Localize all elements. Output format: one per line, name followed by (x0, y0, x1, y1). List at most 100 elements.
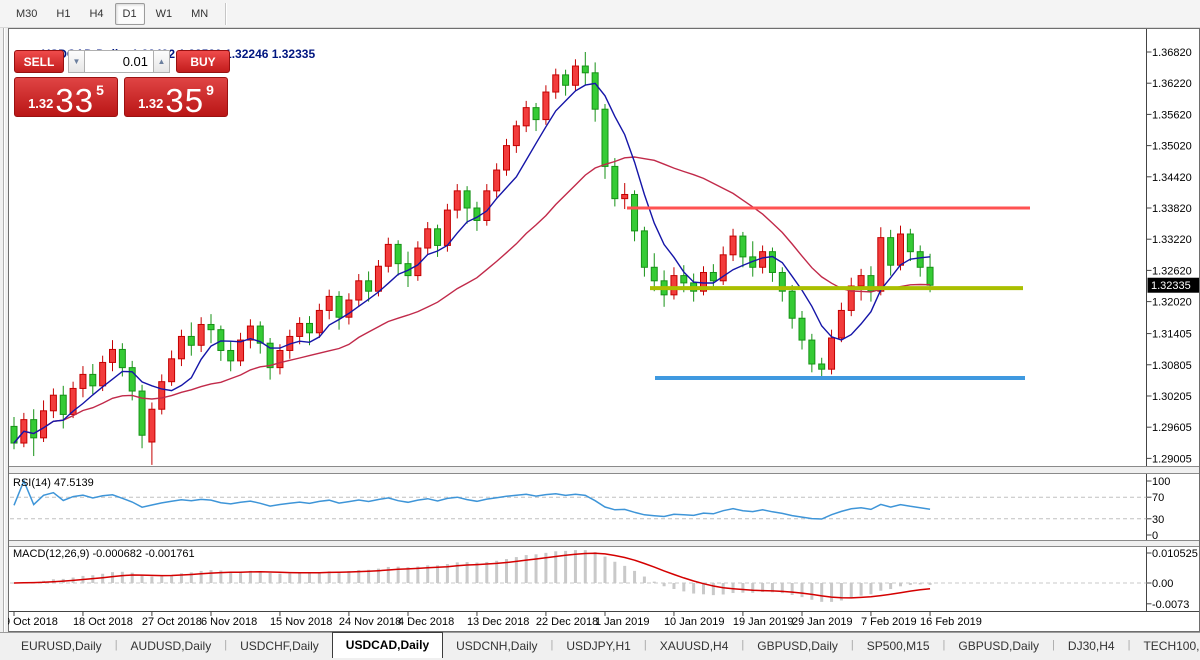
macd-bar (170, 575, 173, 583)
sell-price-tile[interactable]: 1.32 33 5 (14, 77, 118, 117)
candle-body (326, 296, 332, 310)
date-tick-label: 7 Feb 2019 (861, 616, 917, 628)
candle-body (809, 340, 815, 364)
candle-body (602, 109, 608, 166)
macd-bar (830, 583, 833, 602)
candle-body (829, 338, 835, 369)
symbol-tabs-bar: EURUSD,Daily|AUDUSD,Daily|USDCHF,DailyUS… (0, 632, 1200, 658)
macd-scale-label: 0.010525 (1152, 548, 1198, 560)
tab-usdchf-daily[interactable]: USDCHF,Daily (227, 635, 332, 658)
tab-gbpusd-daily[interactable]: GBPUSD,Daily (945, 635, 1052, 658)
candle-body (50, 395, 56, 411)
timeframe-button-h1[interactable]: H1 (48, 3, 78, 25)
macd-bar (210, 570, 213, 583)
macd-bar (475, 563, 478, 583)
symbol-tabs: EURUSD,Daily|AUDUSD,Daily|USDCHF,DailyUS… (8, 632, 1200, 658)
macd-bar (791, 583, 794, 595)
volume-decrease-button[interactable]: ▼ (68, 50, 85, 73)
sell-price-big: 33 (55, 85, 94, 116)
tab-dj30-h4[interactable]: DJ30,H4 (1055, 635, 1128, 658)
macd-bar (150, 577, 153, 583)
rsi-indicator-label: RSI(14) 47.5139 (13, 477, 94, 489)
timeframe-toolbar: M30H1H4D1W1MN (0, 0, 1200, 28)
macd-bar (249, 571, 252, 583)
candle-body (681, 276, 687, 283)
macd-bar (111, 572, 114, 583)
macd-bar (810, 583, 813, 600)
price-tick-label: 1.32620 (1152, 265, 1192, 277)
macd-bar (929, 583, 932, 585)
price-tick-label: 1.33820 (1152, 203, 1192, 215)
window-left-gutter (3, 28, 4, 632)
candle-body (878, 238, 884, 292)
price-tick-label: 1.29005 (1152, 453, 1192, 465)
candle-body (218, 330, 224, 351)
tab-xauusd-h4[interactable]: XAUUSD,H4 (647, 635, 742, 658)
candle-body (425, 229, 431, 248)
candle-body (316, 310, 322, 332)
candle-body (169, 359, 175, 382)
timeframe-button-m30[interactable]: M30 (8, 3, 45, 25)
candle-body (149, 409, 155, 442)
candle-body (41, 411, 47, 438)
macd-bar (318, 572, 321, 583)
timeframe-button-mn[interactable]: MN (183, 3, 216, 25)
macd-bar (121, 572, 124, 583)
tab-gbpusd-daily[interactable]: GBPUSD,Daily (744, 635, 851, 658)
macd-bar (692, 583, 695, 594)
macd-bar (663, 583, 666, 586)
candle-body (100, 362, 106, 385)
candle-body (159, 382, 165, 410)
candle-body (740, 236, 746, 257)
macd-bar (919, 583, 922, 584)
candle-body (513, 126, 519, 146)
tab-sp500-m15[interactable]: SP500,M15 (854, 635, 943, 658)
timeframe-buttons: M30H1H4D1W1MN (8, 3, 219, 25)
timeframe-button-h4[interactable]: H4 (81, 3, 111, 25)
one-click-trading-panel: SELL ▼ ▲ BUY 1.32 33 5 1.32 35 9 (14, 50, 230, 117)
buy-price-tile[interactable]: 1.32 35 9 (124, 77, 228, 117)
macd-bar (899, 583, 902, 586)
candle-body (277, 350, 283, 367)
tab-usdjpy-h1[interactable]: USDJPY,H1 (553, 635, 643, 658)
tab-usdcad-daily[interactable]: USDCAD,Daily (332, 632, 443, 658)
macd-bar (141, 575, 144, 583)
macd-bar (820, 583, 823, 602)
macd-bar (889, 583, 892, 589)
macd-bar (229, 571, 232, 583)
tab-audusd-daily[interactable]: AUDUSD,Daily (118, 635, 225, 658)
candle-body (533, 108, 539, 120)
tab-tech100-h1[interactable]: TECH100,H1 (1130, 635, 1200, 658)
timeframe-button-d1[interactable]: D1 (115, 3, 145, 25)
candle-body (60, 395, 66, 414)
candle-body (238, 340, 244, 361)
candle-body (504, 146, 510, 170)
candle-body (454, 191, 460, 210)
date-tick-label: 6 Nov 2018 (201, 616, 257, 628)
date-tick-label: 24 Nov 2018 (339, 616, 401, 628)
candle-body (523, 108, 529, 126)
date-tick-label: 9 Oct 2018 (8, 616, 58, 628)
candle-body (464, 191, 470, 208)
macd-scale-label: 0.00 (1152, 578, 1173, 590)
volume-increase-button[interactable]: ▲ (153, 50, 170, 73)
macd-bar (200, 571, 203, 583)
volume-input[interactable] (85, 50, 153, 73)
macd-bar (909, 583, 912, 585)
tab-eurusd-daily[interactable]: EURUSD,Daily (8, 635, 115, 658)
candle-body (710, 272, 716, 280)
macd-bar (308, 573, 311, 583)
tab-usdcnh-daily[interactable]: USDCNH,Daily (443, 635, 550, 658)
buy-button[interactable]: BUY (176, 50, 230, 73)
macd-bar (850, 583, 853, 598)
sell-button[interactable]: SELL (14, 50, 64, 73)
price-tick-label: 1.31405 (1152, 329, 1192, 341)
macd-bar (131, 573, 134, 583)
macd-bar (485, 562, 488, 583)
candle-body (760, 252, 766, 268)
candle-body (31, 420, 37, 438)
date-tick-label: 10 Jan 2019 (664, 616, 725, 628)
timeframe-button-w1[interactable]: W1 (148, 3, 181, 25)
candle-body (838, 310, 844, 338)
candle-body (927, 267, 933, 285)
